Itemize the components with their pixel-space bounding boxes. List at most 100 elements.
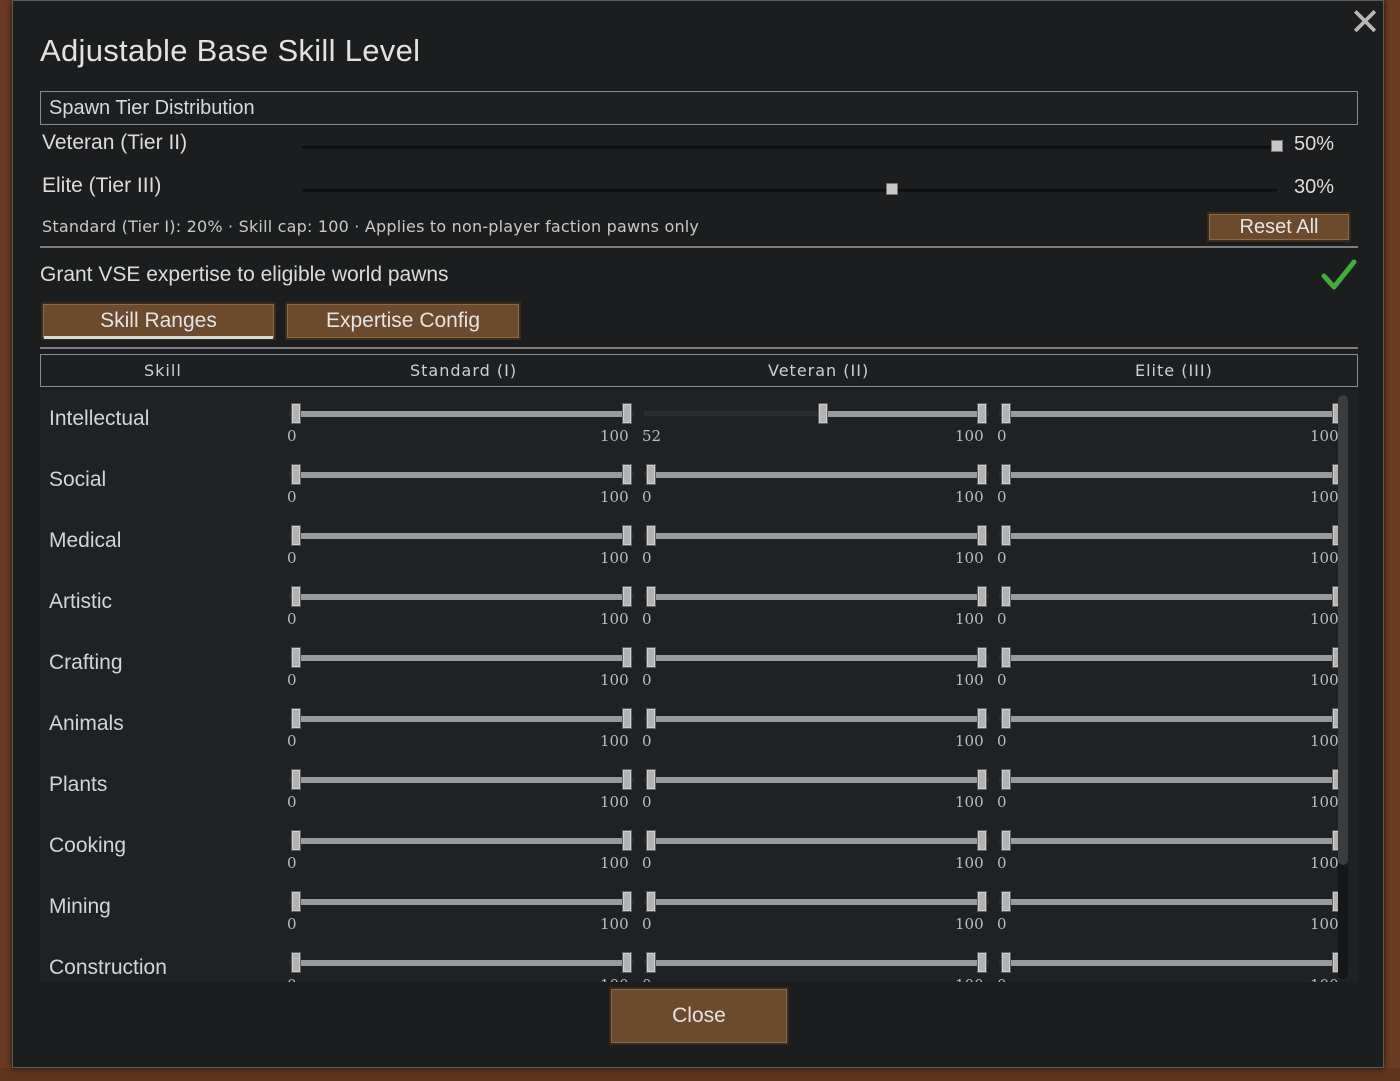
range-max-handle[interactable] — [977, 464, 987, 485]
veteran-range-slider[interactable]: 0 100 — [642, 646, 989, 694]
range-min-handle[interactable] — [818, 403, 828, 424]
standard-range-slider[interactable]: 0 100 — [287, 463, 634, 511]
range-min-handle[interactable] — [1001, 525, 1011, 546]
range-min-handle[interactable] — [291, 525, 301, 546]
range-min-handle[interactable] — [646, 525, 656, 546]
range-max-handle[interactable] — [977, 891, 987, 912]
range-min-handle[interactable] — [646, 586, 656, 607]
elite-range-slider[interactable]: 0 100 — [997, 524, 1344, 572]
range-max-handle[interactable] — [622, 525, 632, 546]
range-max-handle[interactable] — [977, 647, 987, 668]
range-max-handle[interactable] — [622, 708, 632, 729]
range-max-handle[interactable] — [622, 464, 632, 485]
range-min-handle[interactable] — [291, 586, 301, 607]
range-min-handle[interactable] — [291, 952, 301, 973]
range-max-handle[interactable] — [622, 830, 632, 851]
range-min-handle[interactable] — [291, 647, 301, 668]
range-max-handle[interactable] — [622, 952, 632, 973]
range-min-handle[interactable] — [646, 708, 656, 729]
range-min-handle[interactable] — [1001, 464, 1011, 485]
range-max-handle[interactable] — [622, 647, 632, 668]
range-fill — [291, 716, 632, 722]
veteran-range-slider[interactable]: 0 100 — [642, 951, 989, 982]
elite-range-slider[interactable]: 0 100 — [997, 951, 1344, 982]
range-min-handle[interactable] — [646, 891, 656, 912]
close-x-icon[interactable]: ✕ — [1349, 3, 1381, 41]
range-fill — [818, 411, 987, 417]
elite-range-slider[interactable]: 0 100 — [997, 829, 1344, 877]
standard-range-slider[interactable]: 0 100 — [287, 402, 634, 450]
standard-range-slider[interactable]: 0 100 — [287, 890, 634, 938]
elite-range-slider[interactable]: 0 100 — [997, 463, 1344, 511]
veteran-range-slider[interactable]: 0 100 — [642, 463, 989, 511]
range-min-handle[interactable] — [1001, 830, 1011, 851]
elite-range-slider[interactable]: 0 100 — [997, 585, 1344, 633]
range-max-handle[interactable] — [622, 586, 632, 607]
reset-all-button[interactable]: Reset All — [1207, 212, 1351, 242]
standard-range-slider[interactable]: 0 100 — [287, 768, 634, 816]
tab-skill-ranges[interactable]: Skill Ranges — [41, 302, 276, 340]
veteran-range-slider[interactable]: 0 100 — [642, 829, 989, 877]
veteran-range-slider[interactable]: 52 100 — [642, 402, 989, 450]
range-min-handle[interactable] — [1001, 708, 1011, 729]
range-min-handle[interactable] — [291, 830, 301, 851]
range-min-handle[interactable] — [1001, 586, 1011, 607]
range-max-handle[interactable] — [977, 830, 987, 851]
elite-range-slider[interactable]: 0 100 — [997, 402, 1344, 450]
elite-range-slider[interactable]: 0 100 — [997, 707, 1344, 755]
range-fill — [1001, 533, 1342, 539]
tab-expertise-config[interactable]: Expertise Config — [285, 302, 521, 340]
range-min-handle[interactable] — [646, 952, 656, 973]
standard-range-slider[interactable]: 0 100 — [287, 829, 634, 877]
range-max-handle[interactable] — [622, 891, 632, 912]
close-button[interactable]: Close — [609, 987, 789, 1045]
standard-range-slider[interactable]: 0 100 — [287, 585, 634, 633]
range-min-handle[interactable] — [646, 647, 656, 668]
veteran-range-slider[interactable]: 0 100 — [642, 890, 989, 938]
range-min-value: 0 — [642, 976, 652, 982]
elite-range-slider[interactable]: 0 100 — [997, 890, 1344, 938]
range-min-handle[interactable] — [291, 464, 301, 485]
range-min-value: 0 — [997, 488, 1007, 506]
range-max-value: 100 — [600, 671, 629, 689]
standard-range-slider[interactable]: 0 100 — [287, 951, 634, 982]
range-max-handle[interactable] — [977, 525, 987, 546]
standard-range-slider[interactable]: 0 100 — [287, 707, 634, 755]
standard-range-slider[interactable]: 0 100 — [287, 524, 634, 572]
veteran-range-slider[interactable]: 0 100 — [642, 585, 989, 633]
range-max-handle[interactable] — [977, 403, 987, 424]
range-min-handle[interactable] — [291, 769, 301, 790]
range-min-handle[interactable] — [1001, 891, 1011, 912]
elite-range-slider[interactable]: 0 100 — [997, 646, 1344, 694]
range-min-handle[interactable] — [1001, 952, 1011, 973]
range-min-handle[interactable] — [1001, 403, 1011, 424]
range-max-handle[interactable] — [977, 586, 987, 607]
range-min-handle[interactable] — [291, 708, 301, 729]
checkmark-icon[interactable] — [1321, 257, 1357, 293]
range-fill — [1001, 655, 1342, 661]
veteran-range-slider[interactable]: 0 100 — [642, 707, 989, 755]
elite-range-slider[interactable]: 0 100 — [997, 768, 1344, 816]
skill-table-body[interactable]: Intellectual 0 100 52 100 0 100 Social 0 100 0 100 0… — [40, 390, 1358, 982]
range-min-handle[interactable] — [291, 403, 301, 424]
range-min-handle[interactable] — [291, 891, 301, 912]
elite-slider-track[interactable] — [302, 189, 1277, 192]
range-max-handle[interactable] — [977, 769, 987, 790]
veteran-slider-track[interactable] — [302, 146, 1277, 149]
range-max-handle[interactable] — [622, 403, 632, 424]
elite-slider-handle[interactable] — [885, 183, 898, 195]
range-min-handle[interactable] — [1001, 647, 1011, 668]
veteran-range-slider[interactable]: 0 100 — [642, 768, 989, 816]
scrollbar-thumb[interactable] — [1338, 395, 1348, 865]
standard-range-slider[interactable]: 0 100 — [287, 646, 634, 694]
veteran-slider-handle[interactable] — [1271, 140, 1283, 152]
range-min-handle[interactable] — [646, 769, 656, 790]
range-fill — [291, 838, 632, 844]
range-max-handle[interactable] — [977, 708, 987, 729]
range-min-handle[interactable] — [646, 830, 656, 851]
range-max-handle[interactable] — [977, 952, 987, 973]
veteran-range-slider[interactable]: 0 100 — [642, 524, 989, 572]
range-max-handle[interactable] — [622, 769, 632, 790]
range-min-handle[interactable] — [646, 464, 656, 485]
range-min-handle[interactable] — [1001, 769, 1011, 790]
